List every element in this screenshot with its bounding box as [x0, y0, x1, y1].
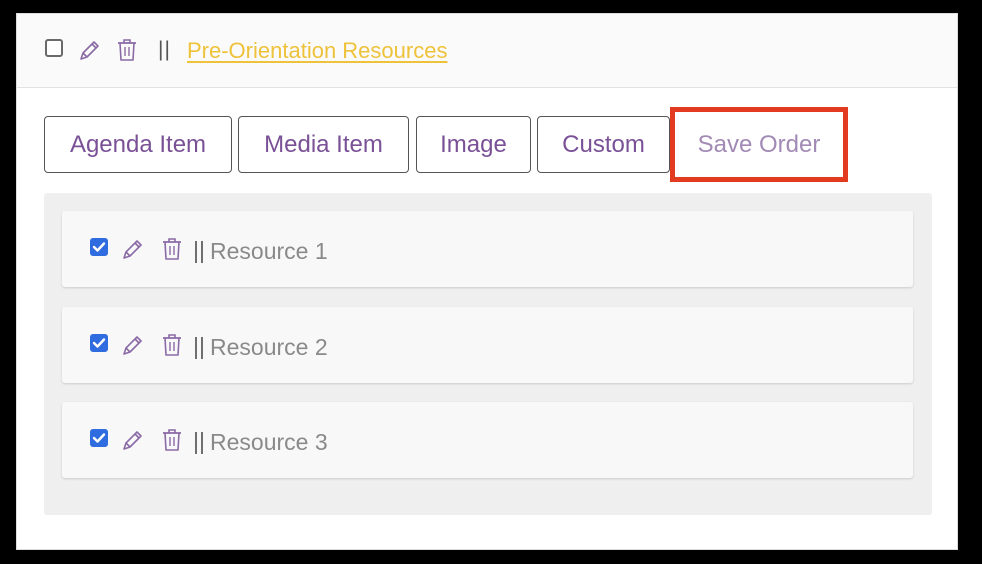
resource-label: Resource 2	[210, 334, 328, 360]
list-item[interactable]: || Resource 3	[62, 402, 913, 478]
pencil-icon[interactable]	[120, 237, 144, 263]
pencil-icon[interactable]	[77, 38, 101, 64]
section-header: || Pre-Orientation Resources	[17, 14, 957, 88]
pencil-icon[interactable]	[120, 333, 144, 359]
resource-checkbox[interactable]	[90, 238, 108, 256]
section-title-link[interactable]: Pre-Orientation Resources	[187, 38, 447, 64]
save-order-button[interactable]: Save Order	[670, 107, 848, 182]
image-button[interactable]: Image	[416, 116, 531, 173]
list-item[interactable]: || Resource 1	[62, 211, 913, 287]
resource-section-panel: || Pre-Orientation Resources Agenda Item…	[16, 13, 958, 550]
trash-icon[interactable]	[160, 236, 184, 262]
resource-label: Resource 3	[210, 429, 328, 455]
section-checkbox[interactable]	[45, 39, 63, 57]
separator: ||	[193, 428, 205, 454]
separator: ||	[193, 237, 205, 263]
pencil-icon[interactable]	[120, 428, 144, 454]
resource-label: Resource 1	[210, 238, 328, 264]
separator: ||	[158, 38, 171, 61]
media-item-button[interactable]: Media Item	[238, 116, 409, 173]
trash-icon[interactable]	[160, 427, 184, 453]
list-item[interactable]: || Resource 2	[62, 307, 913, 383]
resource-checkbox[interactable]	[90, 429, 108, 447]
resource-list: || Resource 1 || Resource 2 || Resource …	[44, 193, 932, 515]
custom-button[interactable]: Custom	[537, 116, 670, 173]
separator: ||	[193, 333, 205, 359]
agenda-item-button[interactable]: Agenda Item	[44, 116, 232, 173]
trash-icon[interactable]	[160, 332, 184, 358]
trash-icon[interactable]	[115, 37, 139, 63]
resource-checkbox[interactable]	[90, 334, 108, 352]
